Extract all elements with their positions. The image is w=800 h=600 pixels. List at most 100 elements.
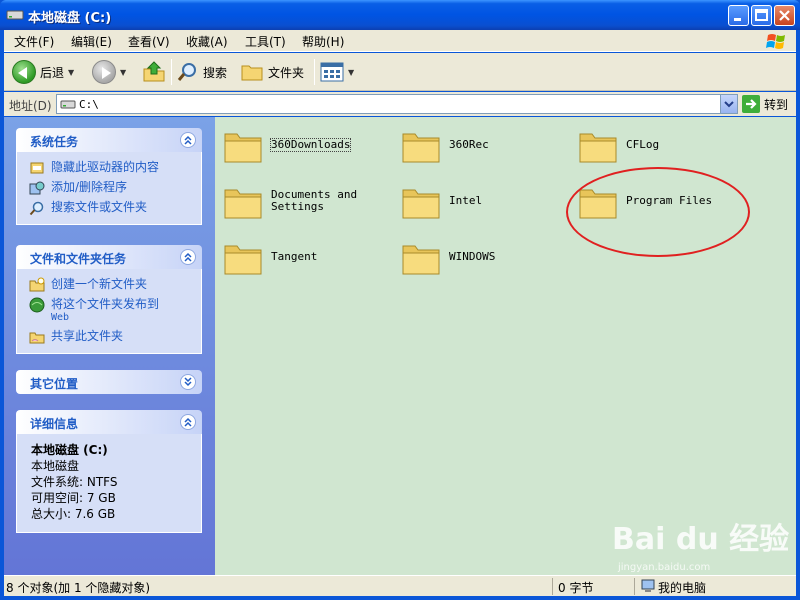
folder-item[interactable]: 360Rec xyxy=(401,126,489,164)
expand-icon[interactable] xyxy=(180,374,196,390)
back-arrow-icon xyxy=(12,60,36,84)
folder-item[interactable]: CFLog xyxy=(578,126,659,164)
red-highlight-ellipse xyxy=(566,167,750,257)
file-list-view: 360Downloads 360Rec CFLog Documents and … xyxy=(215,117,796,575)
forward-arrow-icon xyxy=(92,60,116,84)
hide-contents-icon xyxy=(30,162,44,174)
up-folder-button[interactable] xyxy=(142,60,166,84)
status-object-count: 8 个对象(加 1 个隐藏对象) xyxy=(6,581,151,595)
details-header[interactable]: 详细信息 xyxy=(16,410,202,434)
new-folder-icon xyxy=(29,277,45,292)
watermark-url: jingyan.baidu.com xyxy=(618,562,711,573)
task-new-folder[interactable]: 创建一个新文件夹 xyxy=(17,275,201,295)
detail-free-space: 可用空间: 7 GB xyxy=(31,491,116,505)
forward-button[interactable]: ▼ xyxy=(92,60,126,84)
address-value: C:\ xyxy=(79,98,99,111)
folder-icon xyxy=(402,133,440,163)
address-dropdown-button[interactable] xyxy=(720,95,737,113)
back-dropdown-icon[interactable]: ▼ xyxy=(68,68,74,77)
toolbar: 后退 ▼ ▼ 搜索 文件夹 ▼ xyxy=(4,53,796,91)
views-button[interactable]: ▼ xyxy=(320,60,354,84)
forward-dropdown-icon[interactable]: ▼ xyxy=(120,68,126,77)
other-places-panel: 其它位置 xyxy=(16,370,202,394)
task-hide-drive-contents[interactable]: 隐藏此驱动器的内容 xyxy=(17,158,201,178)
task-publish-to-web[interactable]: 将这个文件夹发布到 Web xyxy=(17,295,201,327)
menu-favorites[interactable]: 收藏(A) xyxy=(186,33,228,50)
folder-item[interactable]: Tangent xyxy=(223,238,317,276)
minimize-icon xyxy=(734,18,741,21)
close-button[interactable] xyxy=(774,5,795,26)
menu-help[interactable]: 帮助(H) xyxy=(302,33,344,50)
folder-name: Tangent xyxy=(271,250,318,263)
drive-icon xyxy=(60,100,76,109)
folder-icon xyxy=(224,245,262,275)
close-icon xyxy=(779,10,790,21)
chevron-down-icon xyxy=(724,101,734,108)
go-label: 转到 xyxy=(764,97,789,112)
collapse-icon[interactable] xyxy=(180,249,196,265)
go-button[interactable]: 转到 xyxy=(742,95,788,113)
search-icon xyxy=(177,63,196,81)
menu-view[interactable]: 查看(V) xyxy=(128,33,170,50)
my-computer-icon xyxy=(641,579,655,592)
add-remove-programs-icon xyxy=(29,181,45,195)
folder-name: CFLog xyxy=(626,138,660,151)
status-location: 我的电脑 xyxy=(658,581,707,595)
folder-name: Documents and Settings xyxy=(271,188,358,213)
folder-item[interactable]: Intel xyxy=(401,182,482,220)
folder-item[interactable]: WINDOWS xyxy=(401,238,495,276)
address-input[interactable]: C:\ xyxy=(56,94,738,114)
windows-flag-icon xyxy=(766,34,785,49)
maximize-button[interactable] xyxy=(751,5,772,26)
status-size: 0 字节 xyxy=(558,581,594,595)
views-dropdown-icon[interactable]: ▼ xyxy=(348,68,354,77)
folder-icon xyxy=(402,245,440,275)
detail-drive-name: 本地磁盘 (C:) xyxy=(31,443,108,457)
search-label: 搜索 xyxy=(203,65,228,80)
back-label: 后退 xyxy=(40,65,65,80)
other-places-header[interactable]: 其它位置 xyxy=(16,370,202,394)
publish-web-icon xyxy=(29,297,45,313)
minimize-button[interactable] xyxy=(728,5,749,26)
share-folder-icon xyxy=(29,332,45,344)
folder-item[interactable]: Documents and Settings xyxy=(223,182,357,220)
file-tasks-header[interactable]: 文件和文件夹任务 xyxy=(16,245,202,269)
task-pane: 系统任务 隐藏此驱动器的内容 添加/删除程序 搜索文件或文件夹 文件和文件夹任务 xyxy=(4,117,215,575)
menu-bar: 文件(F) 编辑(E) 查看(V) 收藏(A) 工具(T) 帮助(H) xyxy=(4,30,796,52)
task-add-remove-programs[interactable]: 添加/删除程序 xyxy=(17,178,201,198)
file-tasks-panel: 文件和文件夹任务 创建一个新文件夹 将这个文件夹发布到 Web 共享此文件夹 xyxy=(16,245,202,354)
menu-file[interactable]: 文件(F) xyxy=(14,33,54,50)
address-bar: 地址(D) C:\ 转到 xyxy=(4,92,796,116)
back-button[interactable]: 后退 ▼ xyxy=(12,60,74,84)
folder-item[interactable]: 360Downloads xyxy=(223,126,352,164)
other-places-title: 其它位置 xyxy=(30,377,79,391)
detail-filesystem: 文件系统: NTFS xyxy=(31,475,118,489)
up-folder-icon xyxy=(143,61,165,82)
folder-icon xyxy=(224,133,262,163)
file-tasks-title: 文件和文件夹任务 xyxy=(30,252,127,266)
details-title: 详细信息 xyxy=(30,417,79,431)
maximize-icon xyxy=(755,9,768,21)
views-icon xyxy=(320,62,344,82)
search-button[interactable]: 搜索 xyxy=(177,60,227,84)
folder-icon xyxy=(402,189,440,219)
menu-edit[interactable]: 编辑(E) xyxy=(71,33,112,50)
folder-name: 360Downloads xyxy=(269,138,352,152)
folders-label: 文件夹 xyxy=(268,65,305,80)
task-share-folder[interactable]: 共享此文件夹 xyxy=(17,327,201,347)
window-title: 本地磁盘 (C:) xyxy=(28,11,112,26)
task-search-files[interactable]: 搜索文件或文件夹 xyxy=(17,198,201,218)
menu-tools[interactable]: 工具(T) xyxy=(245,33,286,50)
title-bar: 本地磁盘 (C:) xyxy=(0,0,800,30)
system-tasks-title: 系统任务 xyxy=(30,135,79,149)
system-tasks-header[interactable]: 系统任务 xyxy=(16,128,202,152)
drive-icon xyxy=(6,10,24,20)
collapse-icon[interactable] xyxy=(180,132,196,148)
baidu-watermark: Bai du 经验 xyxy=(612,522,790,557)
folders-button[interactable]: 文件夹 xyxy=(240,60,304,84)
address-label: 地址(D) xyxy=(9,99,52,113)
folders-icon xyxy=(241,65,263,81)
folder-name: Intel xyxy=(449,194,483,207)
folder-icon xyxy=(579,133,617,163)
collapse-icon[interactable] xyxy=(180,414,196,430)
